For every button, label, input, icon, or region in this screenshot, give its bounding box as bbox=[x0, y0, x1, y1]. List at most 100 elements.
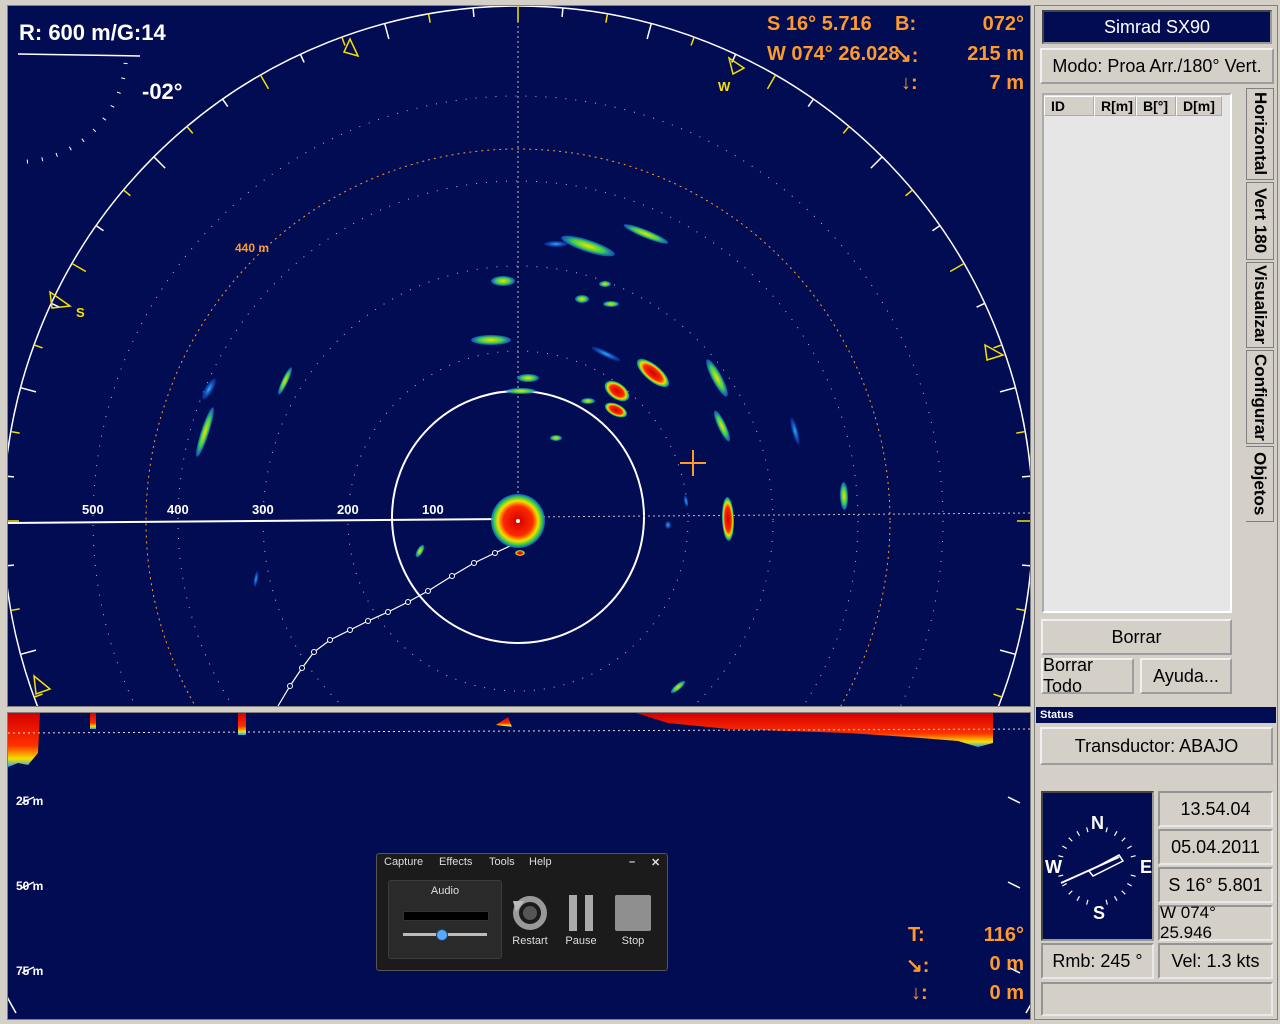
bearing-tick bbox=[20, 649, 37, 656]
objects-table bbox=[1042, 93, 1232, 613]
depth-tick bbox=[1007, 881, 1021, 889]
audio-panel: Audio bbox=[388, 880, 502, 959]
bearing-tick bbox=[993, 693, 1003, 698]
bearing-tick bbox=[472, 7, 475, 17]
compass-tick bbox=[1068, 837, 1073, 842]
slant-label: ↘: bbox=[895, 45, 919, 67]
tab-vert-180[interactable]: Vert 180 bbox=[1246, 182, 1274, 260]
bearing-tick bbox=[10, 608, 20, 612]
minimize-button[interactable]: – bbox=[629, 856, 635, 868]
compass-tick bbox=[1130, 855, 1136, 858]
sonar-horizontal-view[interactable]: R: 600 m/G:14 -02° S 16° 5.716 W 074° 26… bbox=[7, 5, 1031, 707]
compass-w: W bbox=[1045, 857, 1062, 877]
bearing-tick bbox=[646, 23, 653, 40]
tilt-label: -02° bbox=[142, 79, 183, 104]
restart-button[interactable]: Restart bbox=[508, 892, 552, 952]
restart-icon bbox=[513, 896, 547, 930]
bearing-tick bbox=[870, 156, 883, 169]
stop-button[interactable]: Stop bbox=[611, 892, 655, 952]
clock-time: 13.54.04 bbox=[1158, 791, 1273, 827]
compass-tick bbox=[1130, 874, 1136, 877]
bearing-tick bbox=[1016, 608, 1026, 612]
pause-button[interactable]: Pause bbox=[559, 892, 603, 952]
ayuda-button[interactable]: Ayuda... bbox=[1140, 658, 1232, 694]
range-gain-label: R: 600 m/G:14 bbox=[19, 20, 166, 45]
stop-icon bbox=[615, 895, 651, 931]
menu-help[interactable]: Help bbox=[529, 856, 552, 868]
tab-objetos[interactable]: Objetos bbox=[1246, 446, 1274, 522]
compass-tick bbox=[1127, 882, 1132, 887]
col-r[interactable]: R[m] bbox=[1094, 96, 1136, 116]
compass-mark-s: S bbox=[76, 305, 85, 320]
col-d[interactable]: D[m] bbox=[1176, 96, 1222, 116]
mode-button[interactable]: Modo: Proa Arr./180° Vert. bbox=[1040, 48, 1274, 84]
compass-s: S bbox=[1093, 903, 1106, 923]
scale-label-100: 100 bbox=[422, 502, 444, 517]
bearing-tick bbox=[8, 475, 14, 478]
depth-75: 75 m bbox=[16, 964, 44, 978]
track-point bbox=[365, 618, 371, 624]
audio-meter bbox=[403, 911, 489, 921]
compass-tick bbox=[1121, 837, 1126, 842]
track-point bbox=[311, 649, 317, 655]
bearing-tick bbox=[33, 344, 43, 349]
capture-window[interactable]: Capture Effects Tools Help – ✕ Audio Res… bbox=[376, 853, 668, 971]
bearing-tick bbox=[999, 386, 1016, 393]
tab-visualizar[interactable]: Visualizar bbox=[1246, 262, 1274, 348]
menu-tools[interactable]: Tools bbox=[489, 856, 515, 868]
bearing-tick bbox=[842, 126, 850, 134]
vslant-value: 0 m bbox=[989, 953, 1024, 975]
vslant-label: ↘: bbox=[906, 955, 930, 977]
audio-slider[interactable] bbox=[403, 929, 487, 941]
close-button[interactable]: ✕ bbox=[651, 856, 660, 869]
app-title: Simrad SX90 bbox=[1042, 10, 1272, 44]
clock-date: 05.04.2011 bbox=[1158, 829, 1273, 865]
tilt-tick bbox=[92, 128, 97, 133]
bearing-ticks bbox=[8, 6, 1030, 698]
borrar-todo-button[interactable]: Borrar Todo bbox=[1041, 655, 1134, 696]
bearing-tick bbox=[341, 36, 346, 46]
gps-lat: S 16° 5.801 bbox=[1158, 867, 1273, 903]
compass-tick bbox=[1062, 882, 1067, 887]
borrar-button[interactable]: Borrar bbox=[1041, 619, 1232, 655]
menu-capture[interactable]: Capture bbox=[384, 856, 423, 868]
col-b[interactable]: B[°] bbox=[1136, 96, 1176, 116]
restart-label: Restart bbox=[512, 935, 548, 947]
track-point bbox=[347, 627, 353, 633]
bearing-tick bbox=[299, 53, 305, 63]
tilt-tick bbox=[68, 146, 72, 151]
stop-label: Stop bbox=[621, 935, 645, 947]
track-point bbox=[385, 609, 391, 615]
bearing-tick bbox=[427, 13, 431, 23]
compass-tick bbox=[1062, 845, 1067, 850]
bearing-tick bbox=[1016, 430, 1026, 434]
transducer-status[interactable]: Transductor: ABAJO bbox=[1040, 727, 1273, 765]
menu-effects[interactable]: Effects bbox=[439, 856, 472, 868]
bearing-tick bbox=[10, 430, 20, 434]
bearing-tick bbox=[8, 564, 14, 567]
tab-configurar[interactable]: Configurar bbox=[1246, 350, 1274, 444]
scale-label-400: 400 bbox=[167, 502, 189, 517]
compass-tick bbox=[1086, 827, 1089, 833]
compass-tick bbox=[1127, 845, 1132, 850]
bearing-tick bbox=[95, 224, 104, 232]
scale-label-500: 500 bbox=[82, 502, 104, 517]
compass-tick bbox=[1076, 831, 1081, 836]
status-header: Status bbox=[1036, 707, 1276, 723]
track-point bbox=[471, 560, 477, 566]
audio-slider-thumb[interactable] bbox=[435, 929, 448, 941]
speed-value: Vel: 1.3 kts bbox=[1158, 943, 1273, 979]
compass-tick bbox=[1121, 890, 1126, 895]
tab-horizontal[interactable]: Horizontal bbox=[1246, 88, 1274, 180]
compass-n: N bbox=[1091, 813, 1104, 833]
bearing-tick bbox=[71, 262, 87, 273]
col-id[interactable]: ID bbox=[1044, 96, 1094, 116]
bearing-tick bbox=[259, 74, 270, 90]
tilt-tick bbox=[102, 117, 107, 121]
depth-50: 50 m bbox=[16, 879, 44, 893]
range-scale-line bbox=[8, 518, 509, 524]
slant-value: 215 m bbox=[967, 43, 1024, 65]
bearing-tick bbox=[766, 74, 777, 90]
bearing-tick bbox=[690, 36, 695, 46]
gps-lon: W 074° 25.946 bbox=[1158, 903, 1273, 942]
